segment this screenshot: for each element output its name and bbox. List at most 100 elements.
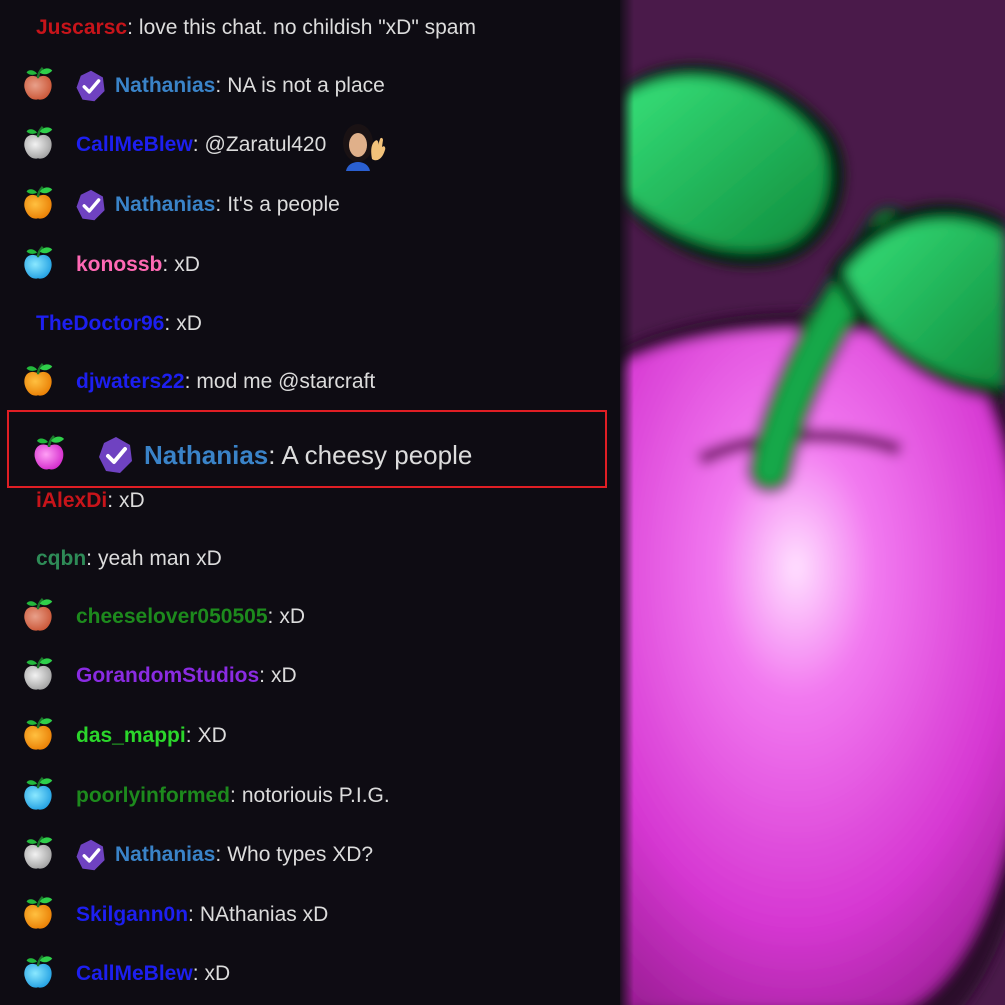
highlighted-chat-message: Nathanias: A cheesy people [0, 420, 620, 490]
chat-message: das_mappi: XD [0, 716, 620, 756]
waving-person-emote-icon [336, 119, 389, 171]
chat-username[interactable]: CallMeBlew [76, 133, 193, 157]
chat-message-text: It's a people [227, 193, 340, 216]
subscriber-icon-slot [0, 433, 98, 478]
chat-message: CallMeBlew: xD [0, 954, 620, 994]
chat-username[interactable]: Skilgann0n [76, 903, 188, 927]
chat-message: poorlyinformed: notoriouis P.I.G. [0, 776, 620, 816]
chat-message: djwaters22: mod me @starcraft [0, 362, 620, 402]
chat-message-text: NA is not a place [227, 74, 385, 97]
subscriber-icon-slot [0, 185, 76, 225]
chat-username[interactable]: TheDoctor96 [36, 312, 164, 336]
subscriber-icon-slot [0, 66, 76, 106]
username-separator: : [267, 605, 274, 628]
apple-emote-art-icon [620, 0, 1005, 1005]
chat-username[interactable]: Nathanias [144, 440, 268, 471]
chat-message: GorandomStudios: xD [0, 656, 620, 696]
apple-subscriber-icon [19, 244, 57, 287]
chat-username[interactable]: konossb [76, 253, 162, 277]
username-separator: : [127, 16, 133, 39]
username-separator: : [86, 547, 93, 570]
apple-subscriber-icon [19, 655, 57, 698]
username-separator: : [192, 962, 199, 985]
username-separator: : [268, 439, 276, 470]
apple-subscriber-icon [19, 834, 57, 877]
chat-message: iAlexDi: xD [0, 481, 620, 521]
username-separator: : [215, 193, 222, 216]
subscriber-icon-slot [0, 656, 76, 696]
chat-message-text: XD [197, 724, 227, 747]
chat-message-text: xD [271, 664, 297, 687]
chat-username[interactable]: cheeselover050505 [76, 605, 268, 629]
chat-username[interactable]: Nathanias [115, 193, 215, 217]
username-separator: : [184, 370, 191, 393]
verified-check-badge-icon [74, 838, 108, 872]
chat-message: cqbn: yeah man xD [0, 539, 620, 579]
chat-username[interactable]: poorlyinformed [76, 784, 230, 808]
username-separator: : [230, 784, 236, 807]
username-separator: : [259, 664, 266, 687]
username-separator: : [188, 903, 194, 926]
chat-username[interactable]: das_mappi [76, 724, 186, 748]
apple-subscriber-icon [19, 894, 57, 937]
apple-subscriber-icon [19, 953, 57, 996]
chat-username[interactable]: djwaters22 [76, 370, 185, 394]
apple-subscriber-icon [19, 775, 57, 818]
chat-message-text: notoriouis P.I.G. [241, 784, 390, 807]
chat-username[interactable]: CallMeBlew [76, 962, 193, 986]
subscriber-icon-slot [0, 954, 76, 994]
chat-message-text: A cheesy people [281, 439, 473, 470]
apple-subscriber-icon [19, 361, 57, 404]
chat-message: konossb: xD [0, 245, 620, 285]
chat-message: CallMeBlew: @Zaratul420 [0, 119, 620, 171]
subscriber-icon-slot [0, 895, 76, 935]
chat-username[interactable]: Nathanias [115, 843, 215, 867]
verified-check-badge-icon [96, 435, 136, 475]
chat-message-text: NAthanias xD [199, 903, 329, 926]
chat-message-text: xD [176, 312, 202, 335]
chat-message: Nathanias: NA is not a place [0, 66, 620, 106]
username-separator: : [107, 489, 114, 512]
chat-username[interactable]: Nathanias [115, 74, 215, 98]
username-separator: : [164, 312, 171, 335]
username-separator: : [215, 74, 222, 97]
chat-username[interactable]: GorandomStudios [76, 664, 259, 688]
subscriber-icon-slot [0, 362, 76, 402]
username-separator: : [215, 843, 222, 866]
chat-username[interactable]: Juscarsc [36, 16, 127, 40]
chat-message: Nathanias: Who types XD? [0, 835, 620, 875]
chat-message-text: Who types XD? [227, 843, 374, 866]
subscriber-icon-slot [0, 776, 76, 816]
chat-message-text: xD [279, 605, 306, 628]
username-separator: : [192, 133, 199, 156]
chat-message: cheeselover050505: xD [0, 597, 620, 637]
chat-message: TheDoctor96: xD [0, 304, 620, 344]
apple-subscriber-icon [19, 596, 57, 639]
chat-message-text: mod me @starcraft [196, 370, 376, 393]
verified-check-badge-icon [74, 69, 108, 103]
apple-subscriber-icon [19, 715, 57, 758]
chat-message-text: love this chat. no childish "xD" spam [138, 16, 476, 39]
chat-message-text: @Zaratul420 [204, 133, 327, 156]
subscriber-icon-slot [0, 245, 76, 285]
subscriber-icon-slot [0, 716, 76, 756]
chat-panel: Juscarsc: love this chat. no childish "xD… [0, 0, 620, 1005]
username-separator: : [185, 724, 192, 747]
subscriber-icon-slot [0, 125, 76, 165]
apple-subscriber-icon [19, 184, 57, 227]
chat-message-text: xD [119, 489, 145, 512]
username-separator: : [162, 253, 169, 276]
panel-divider [620, 0, 634, 1005]
verified-check-badge-icon [74, 188, 108, 222]
chat-message-text: xD [204, 962, 231, 985]
subscriber-icon-slot [0, 597, 76, 637]
apple-subscriber-icon [19, 65, 57, 108]
chat-message: Nathanias: It's a people [0, 185, 620, 225]
chat-username[interactable]: iAlexDi [36, 489, 107, 513]
subscriber-icon-slot [0, 835, 76, 875]
apple-subscriber-icon [29, 433, 69, 478]
chat-message-text: yeah man xD [98, 547, 222, 570]
chat-message-text: xD [174, 253, 200, 276]
chat-message: Juscarsc: love this chat. no childish "xD… [0, 8, 620, 48]
chat-username[interactable]: cqbn [36, 547, 86, 571]
